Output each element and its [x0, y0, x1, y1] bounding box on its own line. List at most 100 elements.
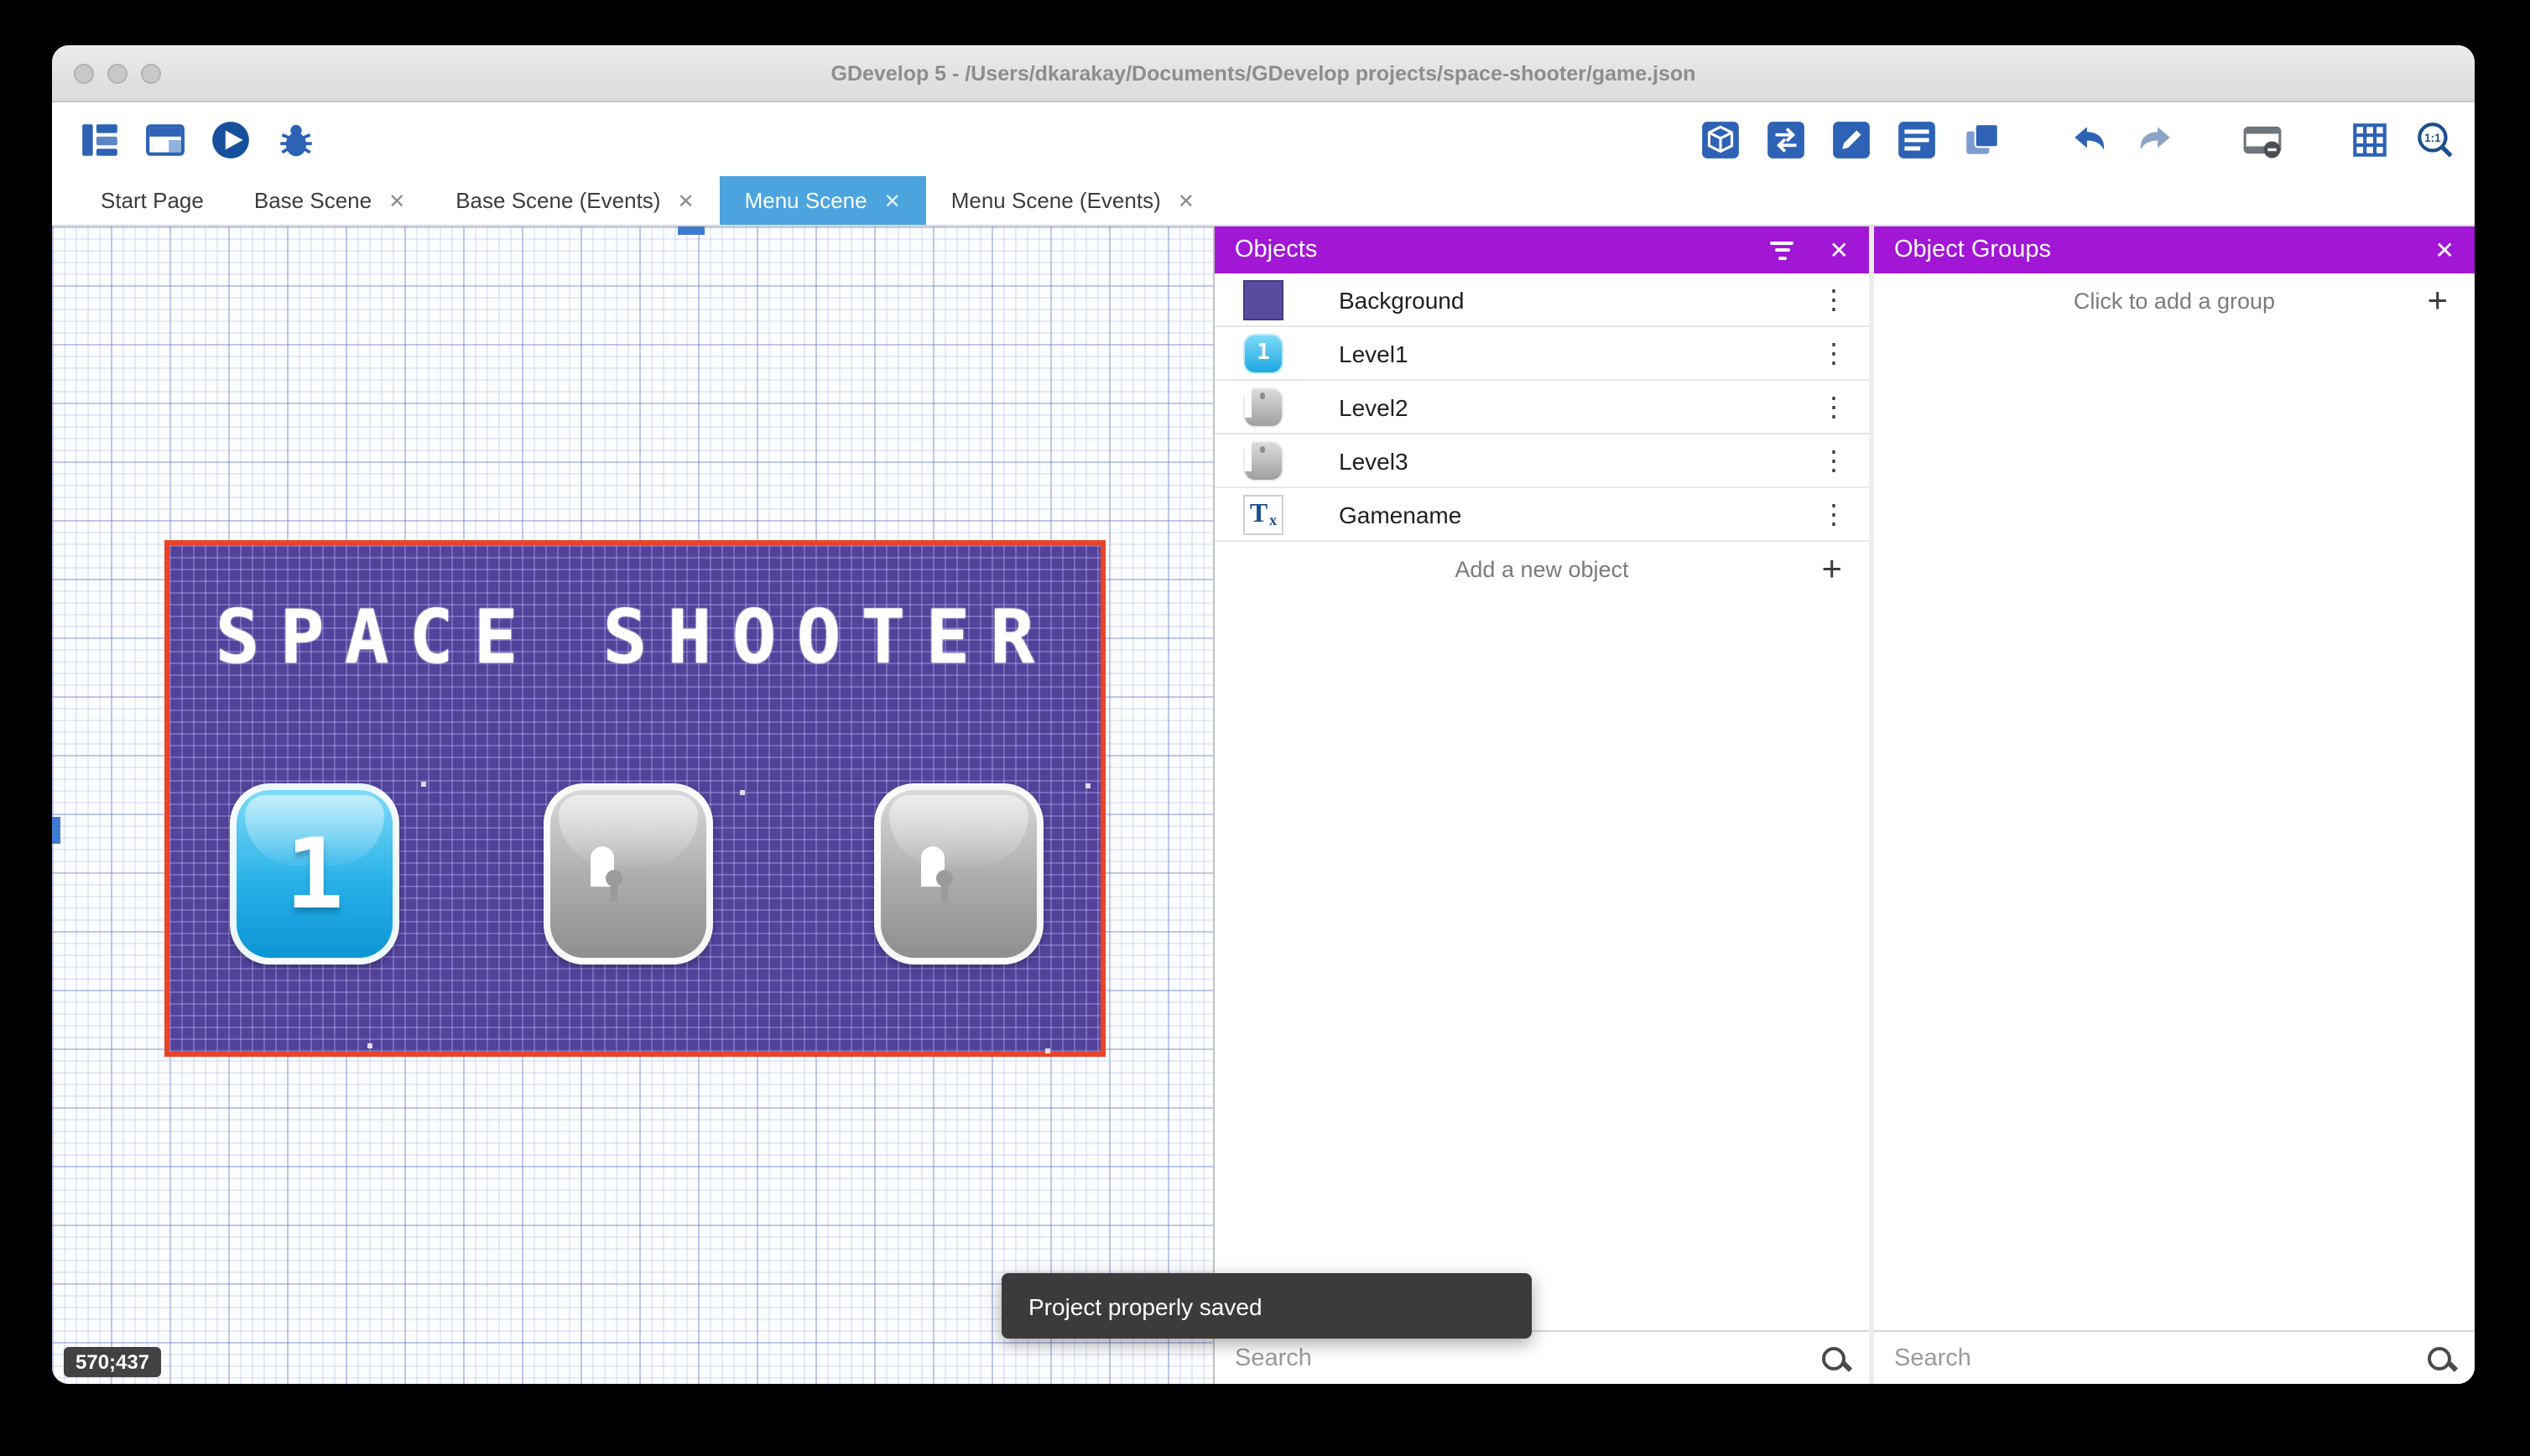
scene-preview[interactable]: SPACE SHOOTER 1: [164, 540, 1106, 1057]
tab-base-scene[interactable]: Base Scene ✕: [229, 176, 430, 225]
object-row-level1[interactable]: 1 Level1 ⋮: [1215, 327, 1869, 381]
tab-label: Menu Scene: [744, 188, 867, 213]
star-dot: [367, 1043, 372, 1048]
zoom-level-label: 1:1: [2423, 131, 2440, 143]
object-label: Background: [1339, 286, 1465, 313]
level1-button-label: 1: [285, 817, 344, 931]
object-menu-icon[interactable]: ⋮: [1815, 390, 1852, 424]
object-menu-icon[interactable]: ⋮: [1815, 336, 1852, 370]
objects-search-input[interactable]: [1235, 1344, 1819, 1371]
text-object-icon: T x: [1243, 494, 1283, 534]
redo-button[interactable]: [2131, 116, 2178, 163]
scene-editor-canvas[interactable]: SPACE SHOOTER 1 570;437: [52, 226, 1213, 1384]
object-label: Level1: [1339, 340, 1408, 367]
screen: GDevelop 5 - /Users/dkarakay/Documents/G…: [0, 0, 2530, 1456]
add-new-object-button[interactable]: Add a new object +: [1215, 542, 1869, 595]
object-groups-panel-title: Object Groups: [1894, 237, 2051, 263]
tab-bar: Start Page Base Scene ✕ Base Scene (Even…: [52, 176, 2475, 226]
toast-notification: Project properly saved: [1002, 1273, 1532, 1339]
object-label: Level3: [1339, 447, 1408, 474]
groups-search-input[interactable]: [1894, 1344, 2424, 1371]
object-menu-icon[interactable]: ⋮: [1815, 283, 1852, 316]
duplicate-button[interactable]: [1958, 116, 2005, 163]
filter-icon[interactable]: [1769, 241, 1796, 259]
object-row-background[interactable]: Background ⋮: [1215, 273, 1869, 327]
redo-arrow-icon: [2139, 126, 2169, 149]
toolbar-right-group: 1:1: [1696, 116, 2458, 163]
purple-swatch-icon: [1242, 278, 1285, 321]
toggle-grid-button[interactable]: [2345, 116, 2392, 163]
undo-arrow-icon: [2074, 126, 2104, 149]
plus-icon: +: [1821, 549, 1842, 588]
object-row-level3[interactable]: Level3 ⋮: [1215, 434, 1869, 488]
tab-close-icon[interactable]: ✕: [1178, 189, 1195, 212]
plus-icon: +: [2427, 281, 2448, 320]
object-row-gamename[interactable]: T x Gamename ⋮: [1215, 488, 1869, 542]
object-menu-icon[interactable]: ⋮: [1815, 444, 1852, 477]
grid-icon: [2352, 122, 2386, 156]
tab-menu-scene-events[interactable]: Menu Scene (Events) ✕: [926, 176, 1220, 225]
export-button[interactable]: [1696, 116, 1743, 163]
search-icon[interactable]: [1819, 1343, 1849, 1373]
close-object-groups-panel-button[interactable]: ✕: [2435, 238, 2455, 262]
object-groups-list: Click to add a group +: [1874, 273, 2475, 1330]
events-button[interactable]: [1892, 116, 1939, 163]
tab-menu-scene[interactable]: Menu Scene ✕: [719, 176, 926, 225]
locked-button-icon: [1243, 439, 1283, 481]
object-groups-panel-header: Object Groups ✕: [1874, 226, 2475, 273]
add-group-button[interactable]: Click to add a group +: [1874, 273, 2475, 327]
level3-button-locked[interactable]: [874, 783, 1044, 965]
add-new-object-label: Add a new object: [1455, 556, 1629, 581]
scenes-button[interactable]: [141, 116, 188, 163]
tab-label: Start Page: [101, 188, 204, 213]
pencil-icon: [1832, 121, 1869, 158]
object-label: Gamename: [1339, 501, 1462, 528]
window-title: GDevelop 5 - /Users/dkarakay/Documents/G…: [830, 61, 1696, 85]
toolbar: 1:1: [52, 102, 2475, 176]
play-icon: [211, 121, 248, 158]
horizontal-scroll-indicator[interactable]: [678, 226, 705, 235]
tab-close-icon[interactable]: ✕: [388, 189, 405, 212]
object-row-level2[interactable]: Level2 ⋮: [1215, 381, 1869, 434]
undo-button[interactable]: [2065, 116, 2112, 163]
film-icon: [2242, 125, 2281, 158]
preview-options-button[interactable]: [2238, 116, 2285, 163]
lock-icon: [590, 846, 667, 902]
project-manager-icon: [81, 123, 117, 155]
list-icon: [1898, 121, 1934, 158]
tab-label: Base Scene: [253, 188, 372, 213]
zoom-reset-button[interactable]: 1:1: [2411, 116, 2458, 163]
level1-button[interactable]: 1: [230, 783, 399, 965]
edit-button[interactable]: [1827, 116, 1874, 163]
tab-close-icon[interactable]: ✕: [677, 189, 694, 212]
tab-start-page[interactable]: Start Page: [75, 176, 229, 225]
close-objects-panel-button[interactable]: ✕: [1830, 238, 1849, 262]
maximize-window-button[interactable]: [141, 63, 161, 83]
star-dot: [421, 782, 426, 787]
app-window: GDevelop 5 - /Users/dkarakay/Documents/G…: [52, 45, 2475, 1384]
vertical-scroll-indicator[interactable]: [52, 817, 60, 844]
object-menu-icon[interactable]: ⋮: [1815, 497, 1852, 531]
tab-close-icon[interactable]: ✕: [884, 189, 901, 212]
minimize-window-button[interactable]: [107, 63, 128, 83]
toolbar-left-group: [75, 116, 319, 163]
objects-panel-header: Objects ✕: [1215, 226, 1869, 273]
objects-list: Background ⋮ 1 Level1 ⋮ Level2 ⋮ Level3 …: [1215, 273, 1869, 1330]
search-icon[interactable]: [2424, 1343, 2455, 1373]
preview-button[interactable]: [206, 116, 253, 163]
project-manager-button[interactable]: [75, 116, 122, 163]
publish-button[interactable]: [1762, 116, 1809, 163]
level2-button-locked[interactable]: [544, 783, 713, 965]
traffic-lights: [74, 45, 161, 101]
debug-button[interactable]: [272, 116, 319, 163]
groups-search-bar: [1874, 1330, 2475, 1384]
star-dot: [740, 790, 745, 795]
cube-icon: [1701, 121, 1738, 158]
blue-button-icon: 1: [1243, 333, 1283, 373]
lock-icon: [920, 846, 997, 902]
add-group-label: Click to add a group: [2073, 288, 2276, 313]
tab-base-scene-events[interactable]: Base Scene (Events) ✕: [430, 176, 719, 225]
close-window-button[interactable]: [74, 63, 94, 83]
tab-label: Menu Scene (Events): [950, 188, 1161, 213]
zoom-1-1-icon: 1:1: [2417, 122, 2452, 157]
